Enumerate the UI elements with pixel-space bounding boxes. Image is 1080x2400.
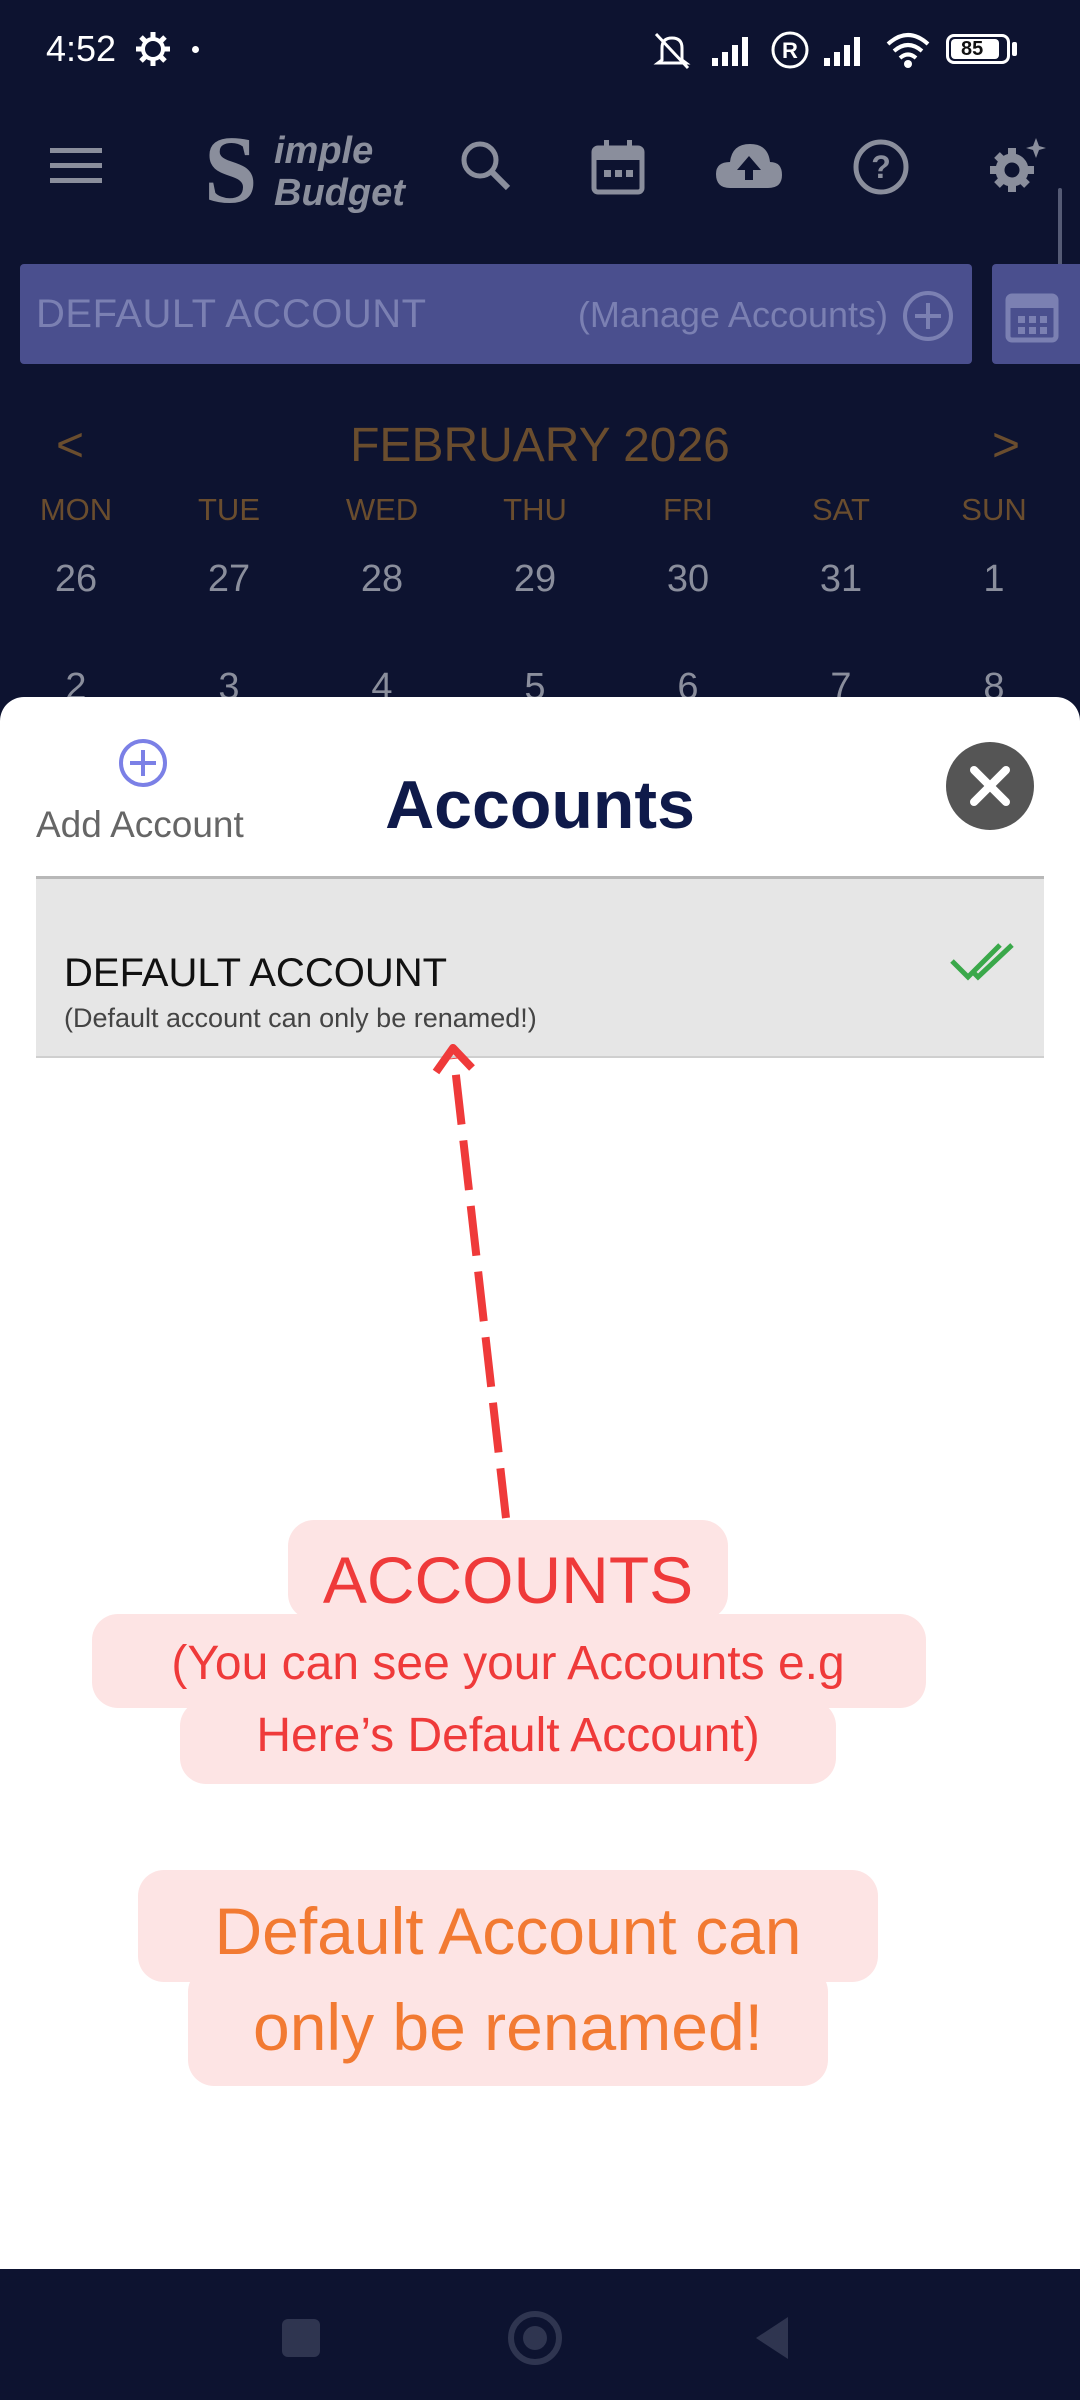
logo-text-top: imple <box>274 130 374 172</box>
roaming-icon: R <box>771 31 809 69</box>
current-account-name: DEFAULT ACCOUNT <box>36 292 427 336</box>
double-check-icon <box>950 943 1014 981</box>
battery-level: 85 <box>961 38 984 60</box>
month-title: FEBRUARY 2026 <box>350 419 730 472</box>
sheet-title: Accounts <box>385 767 695 843</box>
back-button[interactable] <box>752 2313 792 2363</box>
weekday-label: WED <box>345 492 419 527</box>
calendar-day[interactable]: 8 <box>934 666 1054 697</box>
annotation-text: Here’s Default Account) <box>256 1709 760 1762</box>
annotation-text: (You can see your Accounts e.g <box>171 1637 845 1690</box>
calendar-week-row: 2 3 4 5 6 7 8 <box>16 666 1066 697</box>
status-time: 4:52 <box>46 28 117 69</box>
account-name: DEFAULT ACCOUNT <box>64 951 448 995</box>
signal-2-icon <box>824 37 860 66</box>
calendar-day[interactable]: 29 <box>475 558 595 601</box>
svg-text:?: ? <box>871 149 891 185</box>
app-toolbar: S imple Budget ? <box>0 100 1080 308</box>
account-selector[interactable]: DEFAULT ACCOUNT (Manage Accounts) <box>20 264 972 364</box>
settings-gear-icon <box>136 32 170 66</box>
cloud-upload-icon[interactable] <box>714 140 784 192</box>
calendar-day[interactable]: 7 <box>781 666 901 697</box>
status-bar: 4:52 R 85 <box>0 0 1080 100</box>
annotation-note: Default Account can <box>214 1894 802 1968</box>
weekday-label: FRI <box>663 492 713 527</box>
calendar-icon[interactable] <box>590 138 646 196</box>
annotation-arrow <box>432 1044 510 1519</box>
weekday-label: MON <box>39 492 113 527</box>
battery-icon: 85 <box>946 34 1010 64</box>
calendar-week-row: 26 27 28 29 30 31 1 <box>16 558 1066 608</box>
calendar-view-button[interactable] <box>992 264 1080 364</box>
settings-icon[interactable] <box>984 136 1048 198</box>
mute-bell-icon <box>653 32 691 70</box>
close-button[interactable] <box>946 742 1034 830</box>
menu-icon[interactable] <box>48 146 104 186</box>
home-button[interactable] <box>506 2309 564 2367</box>
calendar-day[interactable]: 28 <box>322 558 442 601</box>
calendar-day[interactable]: 31 <box>781 558 901 601</box>
calendar-small-icon <box>1005 293 1059 343</box>
notification-dot-icon <box>192 46 199 53</box>
calendar-day[interactable]: 3 <box>169 666 289 697</box>
calendar-day[interactable]: 4 <box>322 666 442 697</box>
wifi-icon <box>886 33 930 68</box>
app-logo: S imple Budget <box>204 116 405 223</box>
calendar-day[interactable]: 26 <box>16 558 136 601</box>
next-month-button[interactable]: > <box>992 418 1020 473</box>
close-icon <box>970 766 1010 806</box>
calendar-day[interactable]: 27 <box>169 558 289 601</box>
calendar-day[interactable]: 1 <box>934 558 1054 601</box>
search-icon[interactable] <box>458 138 514 194</box>
calendar-day[interactable]: 2 <box>16 666 136 697</box>
help-icon[interactable]: ? <box>852 138 910 196</box>
system-nav-bar <box>0 2269 1080 2400</box>
recents-button[interactable] <box>282 2319 320 2357</box>
calendar-day[interactable]: 5 <box>475 666 595 697</box>
weekday-label: SUN <box>961 492 1027 527</box>
annotation-note: only be renamed! <box>253 1990 763 2064</box>
weekday-label: THU <box>503 492 567 527</box>
calendar-day[interactable]: 6 <box>628 666 748 697</box>
svg-text:R: R <box>782 38 798 63</box>
weekday-label: SAT <box>812 492 870 527</box>
weekday-header: MON TUE WED THU FRI SAT SUN <box>16 492 1066 532</box>
logo-text-bottom: Budget <box>274 172 405 214</box>
account-list-item[interactable]: DEFAULT ACCOUNT (Default account can onl… <box>36 876 1044 1058</box>
annotation-title: ACCOUNTS <box>322 1543 694 1617</box>
signal-icon <box>712 37 748 66</box>
calendar-day[interactable]: 30 <box>628 558 748 601</box>
weekday-label: TUE <box>198 492 260 527</box>
add-circle-icon[interactable] <box>902 290 954 342</box>
manage-accounts-link[interactable]: (Manage Accounts) <box>578 294 888 336</box>
